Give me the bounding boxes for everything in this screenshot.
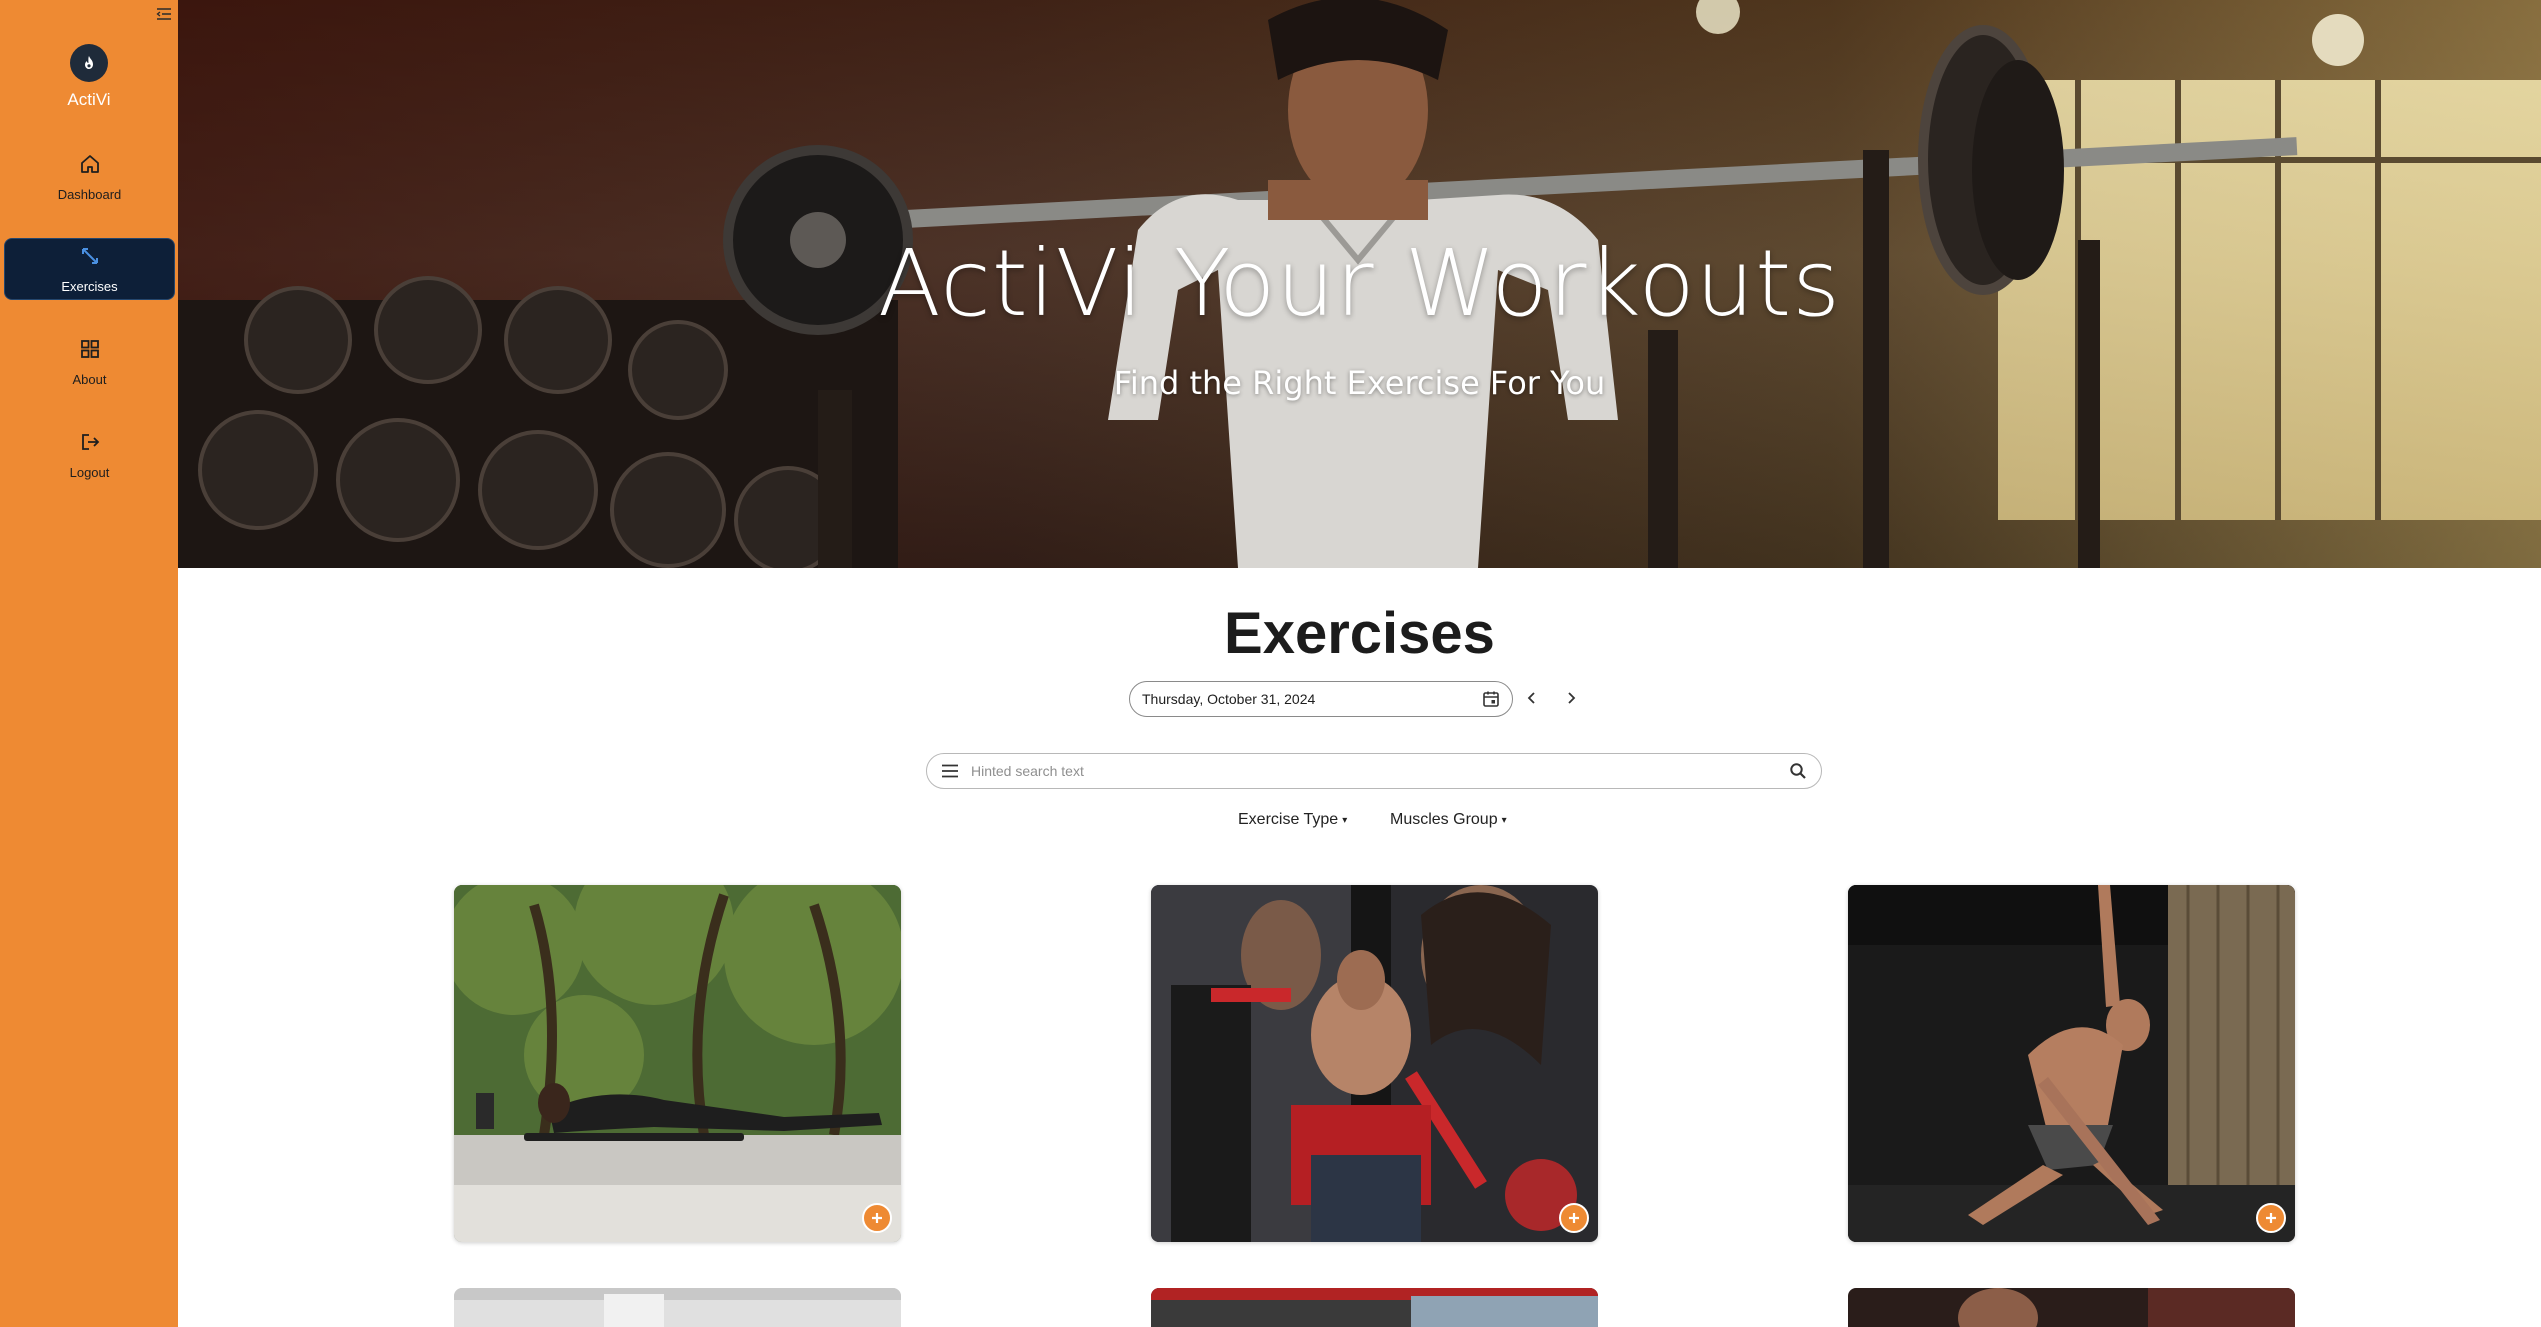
arrows-icon <box>79 245 101 271</box>
sidebar-item-label: Dashboard <box>57 186 122 202</box>
filter-label: Muscles Group <box>1390 811 1498 828</box>
chevron-left-icon <box>1525 690 1539 709</box>
exercise-card[interactable] <box>454 885 901 1242</box>
sidebar-item-label: About <box>72 371 107 387</box>
exercise-image <box>454 1288 901 1327</box>
hero-subtitle: Find the Right Exercise For You <box>1113 364 1606 402</box>
brand-name: ActiVi <box>67 90 111 109</box>
exercise-type-filter[interactable]: Exercise Type ▾ <box>1238 808 1347 832</box>
page-title: Exercises <box>1224 601 1495 666</box>
sidebar-item-about[interactable]: About <box>4 331 175 393</box>
plus-icon <box>870 1211 884 1225</box>
exercise-image <box>1151 1288 1598 1327</box>
hero-banner: ActiVi Your Workouts Find the Right Exer… <box>178 0 2541 568</box>
exercise-card-partial[interactable] <box>454 1288 901 1327</box>
flame-icon <box>70 44 108 82</box>
caret-down-icon: ▾ <box>1501 814 1507 826</box>
date-field[interactable]: Thursday, October 31, 2024 <box>1129 681 1513 717</box>
collapse-sidebar-icon[interactable] <box>154 4 174 24</box>
exercise-card-partial[interactable] <box>1848 1288 2295 1327</box>
sidebar-item-exercises[interactable]: Exercises <box>4 238 175 300</box>
plus-icon <box>1567 1211 1581 1225</box>
exercise-card[interactable] <box>1848 885 2295 1242</box>
sidebar-item-label: Logout <box>69 464 110 480</box>
exercise-image <box>1848 1288 2295 1327</box>
logout-icon <box>79 431 101 457</box>
search-input[interactable] <box>971 756 1787 786</box>
add-exercise-button[interactable] <box>2256 1203 2286 1233</box>
sidebar-item-logout[interactable]: Logout <box>4 424 175 486</box>
calendar-icon[interactable] <box>1480 688 1502 710</box>
add-exercise-button[interactable] <box>1559 1203 1589 1233</box>
search-icon[interactable] <box>1787 760 1809 782</box>
exercise-card-partial[interactable] <box>1151 1288 1598 1327</box>
filter-label: Exercise Type <box>1238 811 1339 828</box>
sidebar: ActiVi Dashboard Exercises About Logout <box>0 0 178 1327</box>
app-root: ActiVi Dashboard Exercises About Logout <box>0 0 2541 1327</box>
brand: ActiVi <box>0 44 178 110</box>
add-exercise-button[interactable] <box>862 1203 892 1233</box>
hero-title: ActiVi Your Workouts <box>877 230 1842 337</box>
grid-icon <box>79 338 101 364</box>
exercise-image <box>454 885 901 1242</box>
sidebar-item-dashboard[interactable]: Dashboard <box>4 146 175 208</box>
home-icon <box>79 153 101 179</box>
exercise-image <box>1151 885 1598 1242</box>
next-day-button[interactable] <box>1558 686 1584 712</box>
sidebar-item-label: Exercises <box>61 278 118 294</box>
exercise-card[interactable] <box>1151 885 1598 1242</box>
previous-day-button[interactable] <box>1519 686 1545 712</box>
search-bar <box>926 753 1822 789</box>
menu-icon[interactable] <box>939 760 961 782</box>
plus-icon <box>2264 1211 2278 1225</box>
chevron-right-icon <box>1564 690 1578 709</box>
muscles-group-filter[interactable]: Muscles Group ▾ <box>1390 808 1507 832</box>
caret-down-icon: ▾ <box>1342 814 1348 826</box>
date-value: Thursday, October 31, 2024 <box>1142 691 1316 707</box>
exercise-image <box>1848 885 2295 1242</box>
